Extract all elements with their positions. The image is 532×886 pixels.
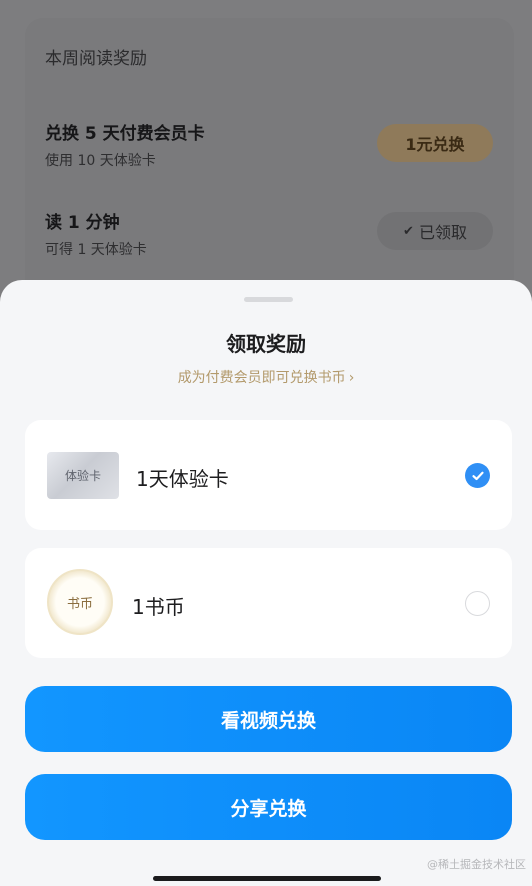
book-coin-image-text: 书币 xyxy=(66,596,93,612)
claimed-label: 已领取 xyxy=(418,223,467,242)
reward-option-trial-card[interactable]: 体验卡 1天体验卡 xyxy=(25,420,512,530)
member-link[interactable]: 成为付费会员即可兑换书币 › xyxy=(0,367,532,387)
option-label: 1天体验卡 xyxy=(136,467,229,491)
home-indicator xyxy=(153,876,381,881)
claimed-badge: ✔ 已领取 xyxy=(377,212,493,250)
chevron-right-icon: › xyxy=(348,370,355,386)
exchange-button[interactable]: 1元兑换 xyxy=(377,124,493,162)
task-title: 读 1 分钟 xyxy=(45,213,120,233)
book-coin-image: 书币 xyxy=(47,569,113,635)
task-title: 兑换 5 天付费会员卡 xyxy=(45,124,205,144)
trial-card-image: 体验卡 xyxy=(47,452,119,499)
task-subtitle: 使用 10 天体验卡 xyxy=(45,153,156,169)
option-label: 1书币 xyxy=(132,595,185,619)
radio-checked-icon[interactable] xyxy=(465,463,490,488)
radio-unchecked-icon[interactable] xyxy=(465,591,490,616)
task-subtitle: 可得 1 天体验卡 xyxy=(45,242,147,258)
share-exchange-button[interactable]: 分享兑换 xyxy=(25,774,512,840)
check-icon: ✔ xyxy=(403,223,414,239)
reward-option-coin[interactable]: 书币 1书币 xyxy=(25,548,512,658)
member-link-label: 成为付费会员即可兑换书币 xyxy=(177,370,346,386)
trial-card-image-text: 体验卡 xyxy=(64,469,101,483)
sheet-title: 领取奖励 xyxy=(226,332,306,356)
watch-video-exchange-button[interactable]: 看视频兑换 xyxy=(25,686,512,752)
drag-handle[interactable] xyxy=(244,297,293,302)
watermark: @稀土掘金技术社区 xyxy=(427,858,526,871)
reward-bottom-sheet: 领取奖励 成为付费会员即可兑换书币 › 体验卡 1天体验卡 书币 1书币 看视频兑… xyxy=(0,280,532,886)
section-title: 本周阅读奖励 xyxy=(45,49,147,69)
